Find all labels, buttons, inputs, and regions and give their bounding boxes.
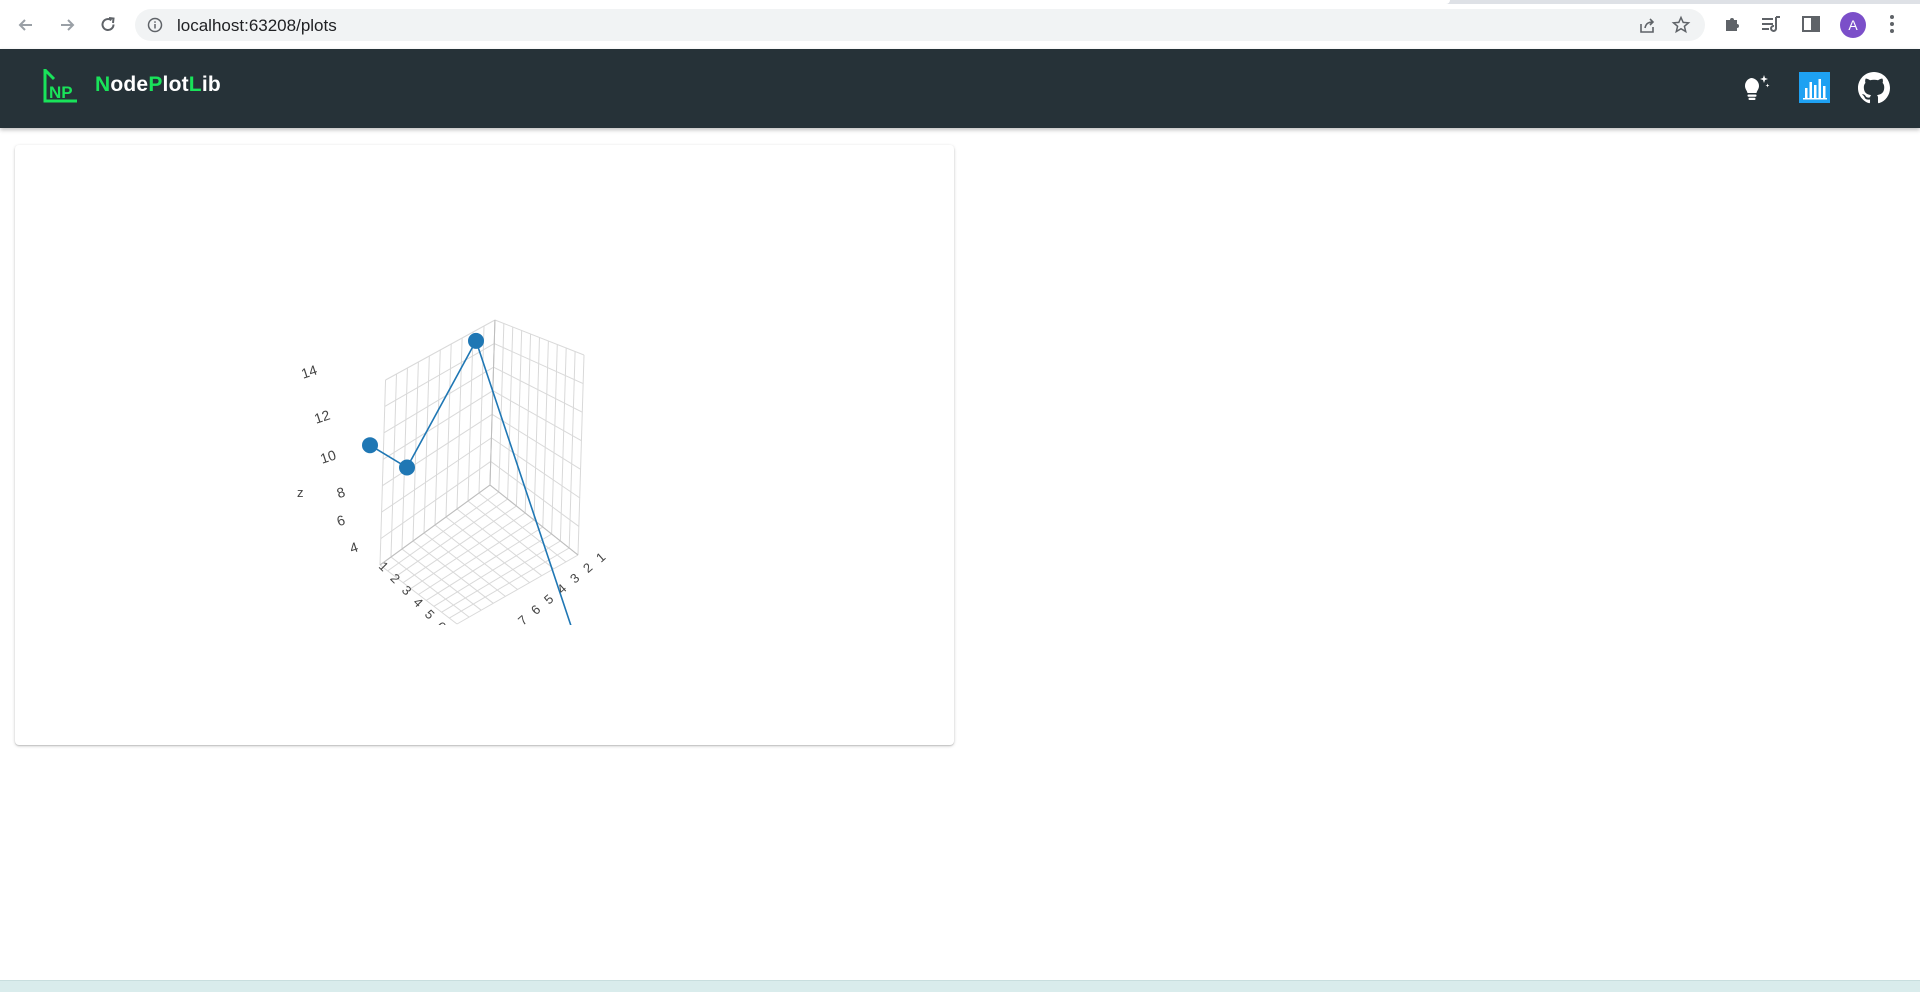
taskbar-strip (0, 980, 1920, 992)
data-point-marker (468, 332, 484, 349)
y-tick-label: 4 (554, 581, 569, 597)
grid-line (418, 519, 535, 595)
z-tick-label: 14 (299, 362, 319, 382)
nodeplotlib-logo-icon[interactable]: NP (42, 67, 78, 103)
z-tick-label-layer: 46 8 10 12 14 (299, 362, 360, 557)
info-icon[interactable] (147, 17, 163, 33)
github-icon[interactable] (1858, 72, 1890, 104)
brand-part: N (95, 73, 111, 96)
grid-line (507, 326, 514, 500)
y-tick-label: 5 (541, 591, 556, 607)
bar-chart-icon[interactable] (1799, 72, 1830, 103)
grid-line (491, 413, 581, 470)
grid-line (551, 344, 558, 535)
grid-line (568, 351, 576, 549)
z-tick-label: 8 (335, 484, 348, 502)
brand-part: lot (162, 73, 189, 96)
logo-text: NP (49, 83, 73, 102)
tab-strip (0, 0, 1920, 4)
reload-icon (101, 17, 115, 31)
y-tick-label: 7 (515, 612, 530, 628)
grid-line (498, 323, 505, 493)
media-queue-icon[interactable] (1760, 13, 1782, 35)
x-tick-label: 4 (410, 595, 426, 611)
z-tick-label: 6 (335, 512, 348, 530)
brand-part: L (188, 73, 202, 96)
forward-button[interactable] (51, 10, 83, 40)
share-icon[interactable] (1637, 16, 1657, 36)
z-tick-label: 10 (318, 447, 338, 467)
x-tick-label: 3 (399, 583, 415, 599)
brand-name[interactable]: NodePlotLib (95, 73, 221, 97)
back-button[interactable] (10, 10, 42, 40)
app-header: NP NodePlotLib (0, 49, 1920, 128)
z-tick-label: 4 (348, 539, 361, 557)
grid-line (524, 333, 532, 514)
y-tick-label: 2 (580, 560, 595, 576)
z-axis-title: z (297, 485, 304, 500)
brand-part: P (148, 73, 163, 96)
grid-line (515, 330, 523, 507)
url-text[interactable]: localhost:63208/plots (177, 16, 337, 36)
grid-line (577, 354, 585, 556)
star-icon[interactable] (1671, 15, 1691, 35)
grid-line (559, 347, 567, 542)
kebab-menu-icon[interactable] (1881, 13, 1903, 35)
grid-line (425, 526, 544, 601)
browser-toolbar: localhost:63208/plots A (0, 0, 1920, 50)
grid-line (380, 461, 491, 539)
axis-edge (379, 484, 491, 566)
extensions-puzzle-icon[interactable] (1722, 13, 1744, 35)
idea-bulb-icon[interactable] (1739, 72, 1771, 104)
grid-line (379, 564, 458, 625)
brand-part: ib (201, 73, 221, 96)
z-tick-label: 12 (312, 407, 332, 427)
x-tick-label: 5 (422, 607, 438, 623)
reload-button[interactable] (92, 10, 124, 40)
grid-line (542, 340, 549, 528)
grid-line (533, 337, 540, 521)
side-panel-icon[interactable] (1800, 13, 1822, 35)
address-bar[interactable]: localhost:63208/plots (135, 9, 1705, 41)
grid-line (384, 343, 495, 407)
scatter3d-plot[interactable]: 468101214 123456 1234567 z (15, 145, 954, 745)
x-tick-label: 6 (433, 619, 449, 635)
y-tick-label: 6 (528, 602, 543, 618)
y-tick-label-layer: 1234567 (515, 549, 608, 628)
data-point-marker (362, 437, 378, 454)
data-point-marker (567, 630, 583, 646)
arrow-left-icon (18, 19, 32, 31)
y-tick-label: 1 (593, 549, 608, 565)
data-point-marker (399, 459, 415, 476)
plot-card: 4 6 8 10 12 14 123456 1234567 z (15, 145, 954, 745)
arrow-right-icon (61, 19, 75, 31)
profile-avatar[interactable]: A (1840, 12, 1866, 38)
y-tick-label: 3 (567, 570, 582, 586)
grid-line (491, 437, 580, 499)
brand-part: ode (110, 73, 149, 96)
